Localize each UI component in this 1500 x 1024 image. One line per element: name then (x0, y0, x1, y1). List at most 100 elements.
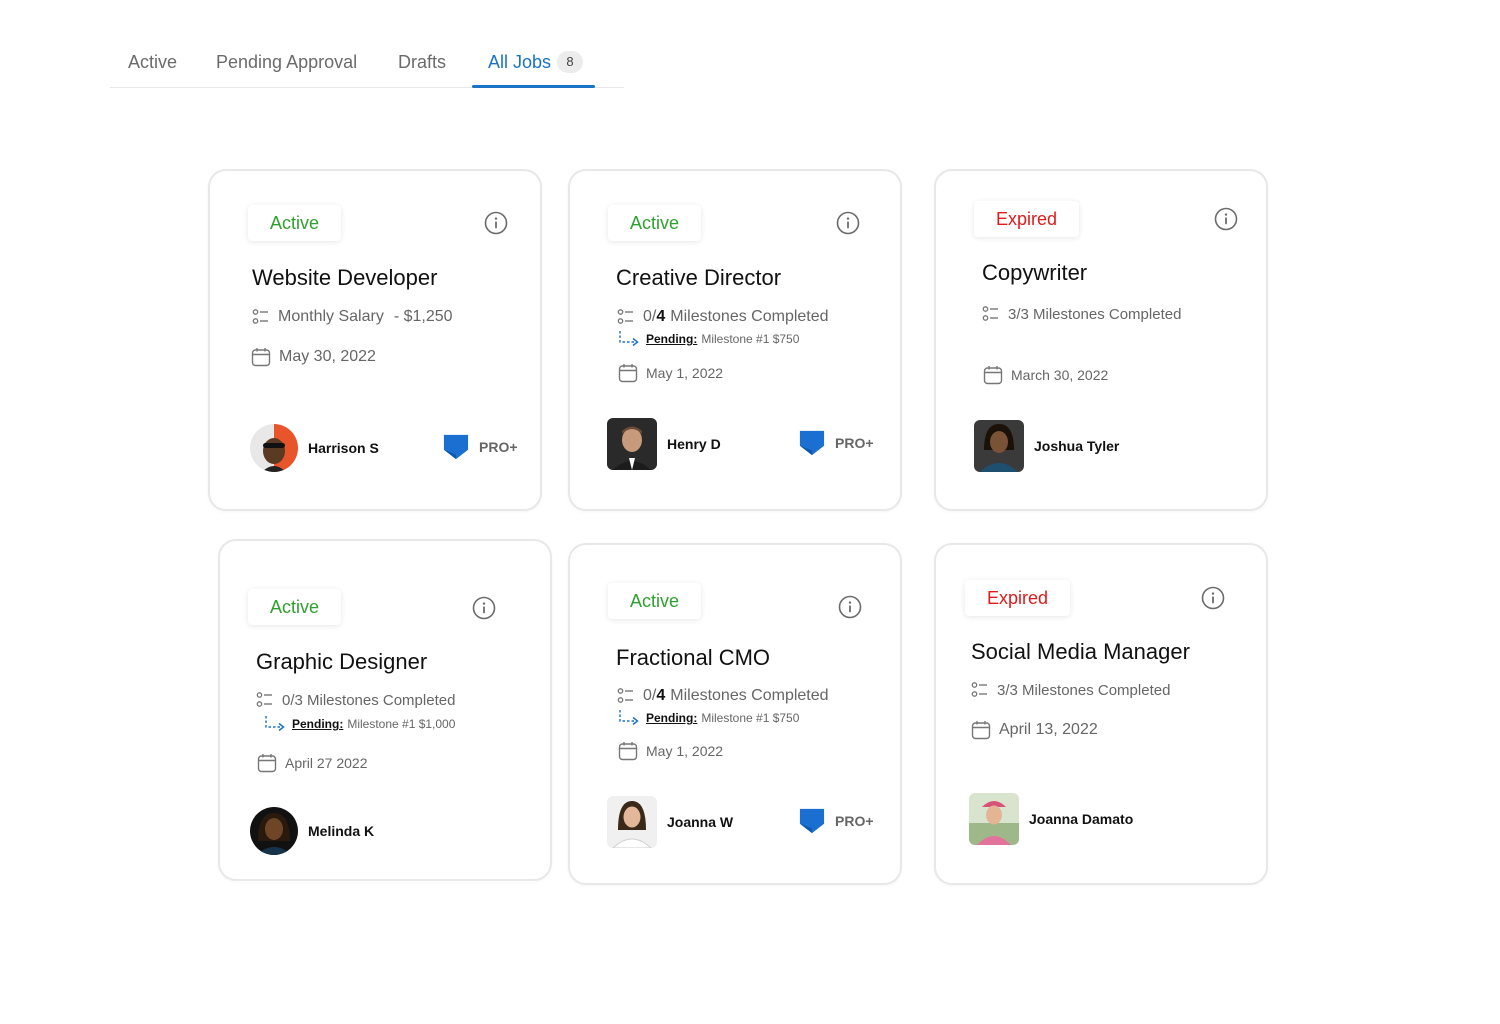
status-badge: Active (248, 205, 342, 241)
calendar-icon (983, 365, 1003, 385)
date-row: April 27 2022 (257, 753, 368, 773)
status-badge: Expired (974, 201, 1080, 237)
date-row: March 30, 2022 (983, 365, 1108, 385)
milestones-done: 0/ (643, 308, 657, 325)
assignee[interactable]: Henry D (607, 418, 721, 470)
avatar (607, 796, 657, 848)
avatar (250, 424, 298, 472)
list-icon (982, 305, 1000, 323)
salary-label: Monthly Salary (278, 308, 384, 325)
list-icon (252, 308, 270, 326)
milestones-row: 0/ 4 Milestones Completed (617, 308, 829, 326)
shield-icon (799, 808, 825, 834)
tab-all-jobs[interactable]: All Jobs 8 (488, 40, 584, 87)
assignee-name: Joshua Tyler (1034, 438, 1120, 454)
info-icon[interactable] (484, 211, 508, 235)
milestones-row: 3/3 Milestones Completed (971, 681, 1170, 699)
branch-arrow-icon (264, 716, 288, 732)
branch-arrow-icon (618, 331, 642, 347)
pending-text: Milestone #1 $750 (701, 332, 800, 346)
tab-all-jobs-label: All Jobs (488, 52, 552, 72)
date-row: May 1, 2022 (618, 741, 723, 761)
pending-label[interactable]: Pending: (646, 711, 697, 725)
calendar-icon (257, 753, 277, 773)
tab-active[interactable]: Active (128, 40, 177, 87)
pro-plus-label: PRO+ (835, 813, 874, 829)
pending-milestone: Pending: Milestone #1 $1,000 (264, 716, 455, 732)
date-row: May 1, 2022 (618, 363, 723, 383)
job-title: Creative Director (616, 265, 782, 290)
tab-pending-approval[interactable]: Pending Approval (216, 40, 357, 87)
salary-row: Monthly Salary - $1,250 (252, 308, 453, 326)
milestones-row: 0/3 Milestones Completed (256, 691, 455, 709)
info-icon[interactable] (1214, 207, 1238, 231)
pending-label[interactable]: Pending: (646, 332, 697, 346)
job-title: Website Developer (252, 265, 438, 290)
pro-plus-badge: PRO+ (799, 808, 874, 834)
assignee[interactable]: Joshua Tyler (974, 420, 1119, 472)
date-row: May 30, 2022 (251, 347, 376, 367)
pending-label[interactable]: Pending: (292, 717, 343, 731)
assignee[interactable]: Melinda K (250, 807, 374, 855)
job-tabs: Active Pending Approval Drafts All Jobs … (110, 40, 624, 88)
status-badge: Active (608, 205, 702, 241)
job-date: May 30, 2022 (279, 348, 376, 365)
milestones-total: 4 (656, 687, 666, 704)
assignee[interactable]: Harrison S (250, 424, 379, 472)
list-icon (617, 308, 635, 326)
job-date: May 1, 2022 (646, 743, 724, 759)
avatar (969, 793, 1019, 845)
list-icon (256, 691, 274, 709)
pro-plus-badge: PRO+ (799, 430, 874, 456)
job-date: May 1, 2022 (646, 365, 724, 381)
job-title: Graphic Designer (256, 649, 428, 674)
assignee[interactable]: Joanna Damato (969, 793, 1133, 845)
assignee[interactable]: Joanna W (607, 796, 733, 848)
pending-milestone: Pending: Milestone #1 $750 (618, 331, 799, 347)
list-icon (617, 687, 635, 705)
status-badge: Expired (965, 580, 1071, 616)
calendar-icon (618, 363, 638, 383)
calendar-icon (251, 347, 271, 367)
job-date: March 30, 2022 (1011, 367, 1109, 383)
pro-plus-label: PRO+ (479, 439, 518, 455)
pending-text: Milestone #1 $1,000 (347, 717, 456, 731)
job-card-graphic-designer[interactable]: Active Graphic Designer 0/3 Milestones C… (218, 539, 552, 881)
list-icon (971, 681, 989, 699)
avatar (974, 420, 1024, 472)
milestones-row: 0/ 4 Milestones Completed (617, 687, 829, 705)
info-icon[interactable] (1201, 586, 1225, 610)
assignee-name: Melinda K (308, 823, 375, 839)
milestones-row: 3/3 Milestones Completed (982, 305, 1181, 323)
branch-arrow-icon (618, 710, 642, 726)
avatar (607, 418, 657, 470)
job-card-social-media-manager[interactable]: Expired Social Media Manager 3/3 Milesto… (934, 543, 1268, 885)
job-date: April 27 2022 (285, 755, 368, 771)
pending-milestone: Pending: Milestone #1 $750 (618, 710, 799, 726)
milestones-text: 3/3 Milestones Completed (1008, 305, 1182, 323)
all-jobs-count-badge: 8 (557, 51, 584, 73)
milestones-label: Milestones Completed (670, 687, 829, 704)
status-badge: Active (248, 589, 342, 625)
assignee-name: Joanna Damato (1029, 811, 1134, 827)
job-card-creative-director[interactable]: Active Creative Director 0/ 4 Milestones… (568, 169, 902, 511)
pro-plus-badge: PRO+ (443, 434, 518, 460)
job-date: April 13, 2022 (999, 721, 1098, 738)
avatar (250, 807, 298, 855)
info-icon[interactable] (472, 596, 496, 620)
job-card-fractional-cmo[interactable]: Active Fractional CMO 0/ 4 Milestones Co… (568, 543, 902, 885)
milestones-label: Milestones Completed (670, 308, 829, 325)
calendar-icon (618, 741, 638, 761)
tab-drafts[interactable]: Drafts (398, 40, 446, 87)
info-icon[interactable] (836, 211, 860, 235)
job-card-website-developer[interactable]: Active Website Developer Monthly Salary … (208, 169, 542, 511)
milestones-text: 3/3 Milestones Completed (997, 681, 1171, 699)
date-row: April 13, 2022 (971, 720, 1098, 740)
job-title: Fractional CMO (616, 645, 771, 670)
status-badge: Active (608, 583, 702, 619)
job-card-copywriter[interactable]: Expired Copywriter 3/3 Milestones Comple… (934, 169, 1268, 511)
assignee-name: Joanna W (667, 814, 734, 830)
job-title: Social Media Manager (971, 639, 1190, 664)
tab-active-underline (472, 85, 595, 88)
info-icon[interactable] (838, 595, 862, 619)
